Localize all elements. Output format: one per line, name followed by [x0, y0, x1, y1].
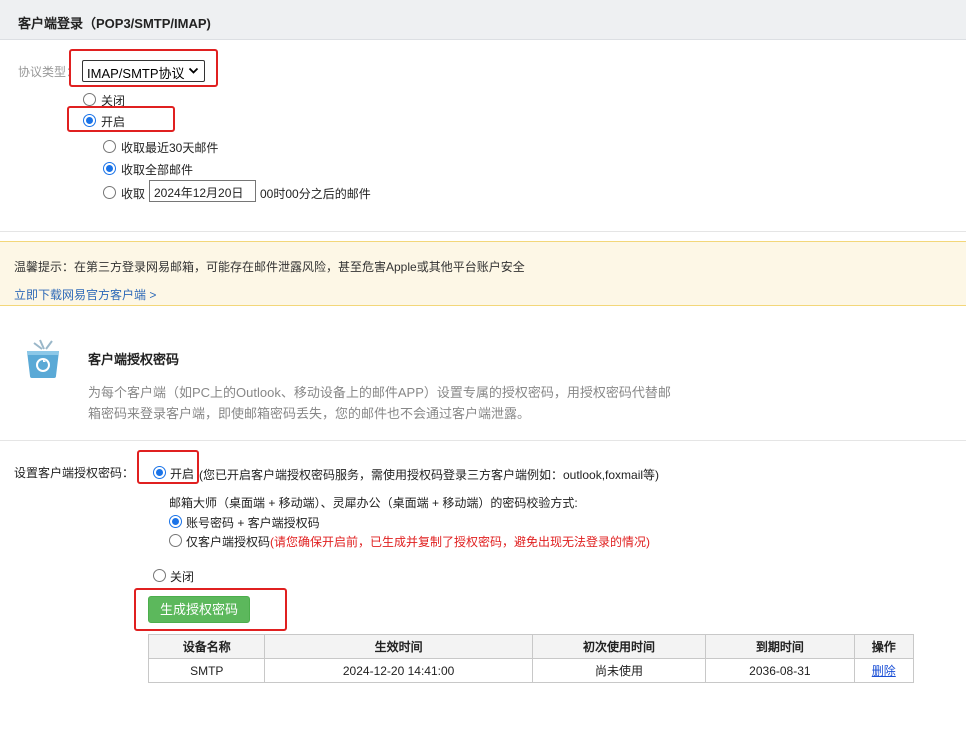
fetch-all-label: 收取全部邮件	[121, 163, 194, 177]
verify-account-label: 账号密码 + 客户端授权码	[186, 516, 320, 530]
verify-authcode-radio[interactable]	[169, 534, 182, 547]
fetch-since-radio[interactable]	[103, 186, 116, 199]
warning-tip: 温馨提示：在第三方登录网易邮箱，可能存在邮件泄露风险，甚至危害Apple或其他平…	[0, 241, 966, 306]
highlight-box	[69, 49, 218, 87]
effective-time-cell: 2024-12-20 14:41:00	[264, 658, 533, 683]
auth-setting-label: 设置客户端授权密码：	[14, 466, 135, 480]
section-title: 客户端登录（POP3/SMTP/IMAP)	[18, 16, 211, 31]
auth-password-desc: 为每个客户端（如PC上的Outlook、移动设备上的邮件APP）设置专属的授权密…	[88, 385, 671, 421]
protocol-off-radio[interactable]	[83, 93, 96, 106]
auth-off-label: 关闭	[170, 570, 195, 584]
table-header-row: 设备名称 生效时间 初次使用时间 到期时间 操作	[147, 634, 915, 659]
first-use-cell: 尚未使用	[531, 658, 707, 683]
fetch-all-radio[interactable]	[103, 162, 116, 175]
table-row: SMTP 2024-12-20 14:41:00 尚未使用 2036-08-31…	[147, 658, 915, 683]
action-cell: 删除	[853, 658, 915, 683]
divider	[0, 440, 966, 441]
download-client-link[interactable]: 立即下载网易官方客户端 >	[14, 286, 156, 303]
auth-password-title: 客户端授权密码	[88, 352, 180, 367]
section-header: 客户端登录（POP3/SMTP/IMAP)	[0, 0, 966, 40]
authorized-devices-table: 设备名称 生效时间 初次使用时间 到期时间 操作 SMTP 2024-12-20…	[147, 634, 915, 683]
delete-link[interactable]: 删除	[872, 664, 896, 678]
column-header: 到期时间	[705, 634, 855, 659]
fetch-since-prefix: 收取	[121, 187, 146, 201]
recycle-box-icon	[27, 339, 59, 378]
highlight-box	[137, 450, 199, 484]
column-header: 设备名称	[147, 634, 266, 659]
device-name-cell: SMTP	[147, 658, 266, 683]
column-header: 操作	[853, 634, 915, 659]
divider	[0, 231, 966, 232]
highlight-box	[67, 106, 175, 132]
fetch-since-date-input[interactable]: 2024年12月20日	[149, 180, 256, 202]
verify-account-radio[interactable]	[169, 515, 182, 528]
fetch-since-suffix: 00时00分之后的邮件	[260, 187, 371, 201]
fetch-30days-label: 收取最近30天邮件	[121, 141, 219, 155]
fetch-30days-radio[interactable]	[103, 140, 116, 153]
verify-authcode-text: 仅客户端授权码	[186, 535, 271, 549]
column-header: 初次使用时间	[531, 634, 707, 659]
column-header: 生效时间	[264, 634, 533, 659]
verify-authcode-label: 仅客户端授权码(请您确保开启前，已生成并复制了授权密码，避免出现无法登录的情况)	[186, 533, 650, 550]
verify-method-title: 邮箱大师（桌面端 + 移动端）、灵犀办公（桌面端 + 移动端）的密码校验方式:	[169, 496, 578, 510]
auth-off-radio[interactable]	[153, 569, 166, 582]
verify-authcode-warning: (请您确保开启前，已生成并复制了授权密码，避免出现无法登录的情况)	[270, 535, 651, 549]
expire-date-cell: 2036-08-31	[705, 658, 855, 683]
highlight-box	[134, 588, 287, 631]
auth-on-note: (您已开启客户端授权密码服务，需使用授权码登录三方客户端例如：outlook,f…	[199, 468, 660, 482]
tip-text: 温馨提示：在第三方登录网易邮箱，可能存在邮件泄露风险，甚至危害Apple或其他平…	[14, 260, 525, 274]
